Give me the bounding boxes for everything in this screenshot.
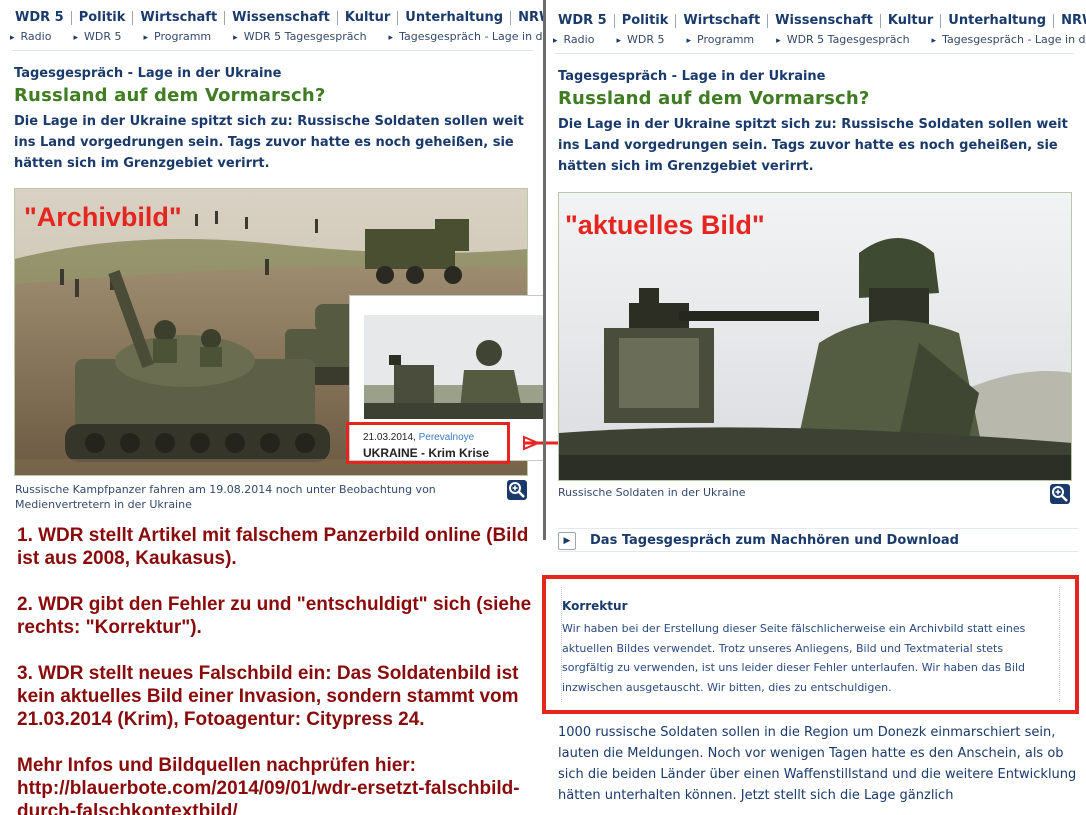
note-item: 2. WDR gibt den Fehler zu und "entschuld… <box>17 594 532 638</box>
current-image-label: "aktuelles Bild" <box>565 210 765 240</box>
nav-item[interactable]: Wirtschaft <box>133 11 226 25</box>
correction-text: Wir haben bei der Erstellung dieser Seit… <box>562 622 1026 694</box>
audio-download-link[interactable]: ▶ Das Tagesgespräch zum Nachhören und Do… <box>558 528 1078 552</box>
nav-item[interactable]: Politik <box>615 14 677 28</box>
breadcrumb-item[interactable]: WDR 5 Tagesgespräch <box>233 30 367 43</box>
image-caption: Russische Kampfpanzer fahren am 19.08.20… <box>15 483 436 511</box>
divider <box>555 53 1074 54</box>
nav-item[interactable]: WDR 5 <box>8 11 72 25</box>
annotation-notes: 1. WDR stellt Artikel mit falschem Panze… <box>17 524 537 815</box>
breadcrumb: Radio WDR 5 Programm WDR 5 Tagesgespräch Tag… <box>10 30 545 43</box>
note-item: Mehr Infos und Bildquellen nachprüfen hi… <box>17 755 520 815</box>
breadcrumb-item[interactable]: Tagesgespräch - Lage in der Ukraine <box>389 30 545 43</box>
top-navigation: WDR 5 Politik Wirtschaft Wissenschaft Kultur… <box>8 6 545 25</box>
article-body: 1000 russische Soldaten sollen in die Re… <box>558 725 1077 803</box>
nav-item[interactable]: Unterhaltung <box>398 11 512 25</box>
nav-item[interactable]: Politik <box>72 11 134 25</box>
correction-title: Korrektur <box>562 599 628 613</box>
nav-item[interactable]: Kultur <box>881 14 942 28</box>
panel-divider <box>543 0 546 540</box>
article-teaser: Die Lage in der Ukraine spitzt sich zu: … <box>558 117 1068 174</box>
article-headline: Russland auf dem Vormarsch? <box>14 85 326 106</box>
image-caption: Russische Soldaten in der Ukraine <box>558 486 746 499</box>
nav-item[interactable]: WDR 5 <box>551 14 615 28</box>
breadcrumb-item[interactable]: WDR 5 <box>73 30 122 43</box>
nav-item[interactable]: Unterhaltung <box>941 14 1055 28</box>
article-teaser: Die Lage in der Ukraine spitzt sich zu: … <box>14 114 524 171</box>
breadcrumb: Radio WDR 5 Programm WDR 5 Tagesgespräch Tag… <box>553 33 1086 46</box>
nav-item[interactable]: Wirtschaft <box>676 14 769 28</box>
nav-item[interactable]: NRW <box>1054 14 1086 28</box>
breadcrumb-item[interactable]: WDR 5 <box>616 33 665 46</box>
breadcrumb-item[interactable]: Programm <box>143 30 211 43</box>
breadcrumb-item[interactable]: Tagesgespräch - Lage in der Ukraine <box>932 33 1086 46</box>
divider <box>12 50 533 51</box>
breadcrumb-item[interactable]: Programm <box>686 33 754 46</box>
zoom-icon[interactable] <box>507 480 527 500</box>
correction-notice: Korrektur Wir haben bei der Erstellung d… <box>542 575 1079 714</box>
nav-item[interactable]: Wissenschaft <box>225 11 338 25</box>
agency-soldier-photo <box>364 315 545 419</box>
left-screenshot-panel: WDR 5 Politik Wirtschaft Wissenschaft Kultur… <box>0 0 545 815</box>
article-kicker: Tagesgespräch - Lage in der Ukraine <box>558 69 826 84</box>
zoom-icon[interactable] <box>1050 484 1070 504</box>
nav-item[interactable]: Wissenschaft <box>768 14 881 28</box>
nav-item[interactable]: NRW <box>511 11 545 25</box>
breadcrumb-item[interactable]: Radio <box>553 33 595 46</box>
breadcrumb-item[interactable]: Radio <box>10 30 52 43</box>
article-headline: Russland auf dem Vormarsch? <box>558 88 870 109</box>
note-item: 1. WDR stellt Artikel mit falschem Panze… <box>17 525 529 569</box>
nav-item[interactable]: Kultur <box>338 11 399 25</box>
breadcrumb-item[interactable]: WDR 5 Tagesgespräch <box>776 33 910 46</box>
highlight-box <box>346 422 510 464</box>
play-icon[interactable]: ▶ <box>558 532 576 550</box>
audio-link-label[interactable]: Das Tagesgespräch zum Nachhören und Down… <box>590 533 959 548</box>
top-navigation: WDR 5 Politik Wirtschaft Wissenschaft Kultur… <box>551 9 1086 28</box>
archive-image-label: "Archivbild" <box>24 202 182 232</box>
article-kicker: Tagesgespräch - Lage in der Ukraine <box>14 66 282 81</box>
note-item: 3. WDR stellt neues Falschbild ein: Das … <box>17 663 519 730</box>
